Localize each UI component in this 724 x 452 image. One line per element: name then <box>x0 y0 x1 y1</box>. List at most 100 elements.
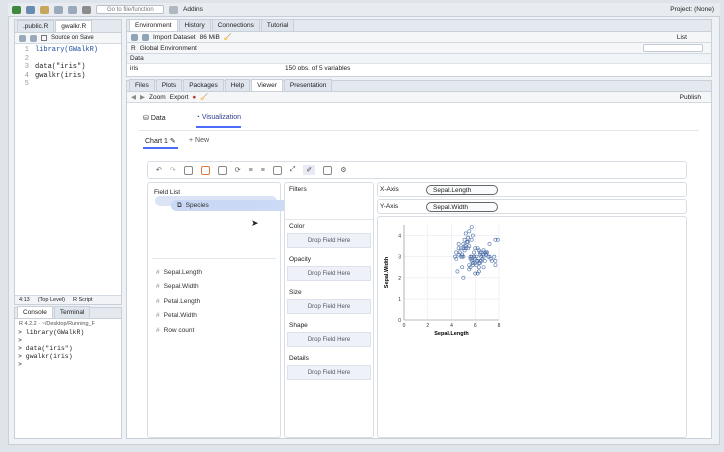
redo-icon[interactable]: ↷ <box>170 166 176 174</box>
data-point <box>456 242 461 246</box>
undo-icon[interactable]: ↶ <box>156 166 162 174</box>
save-icon[interactable] <box>54 5 63 14</box>
tab-connections[interactable]: Connections <box>211 19 260 31</box>
tab-packages[interactable]: Packages <box>183 79 224 91</box>
main-toolbar: Go to file/function Addins Project: (Non… <box>8 3 720 17</box>
code-line: 3 data("iris") <box>24 63 86 71</box>
edit-icon[interactable]: ✎ <box>170 138 176 145</box>
shape-drop-zone[interactable]: Drop Field Here <box>287 332 371 347</box>
data-point <box>467 229 472 234</box>
tab-tutorial[interactable]: Tutorial <box>260 19 295 31</box>
image-export-icon[interactable] <box>323 165 333 175</box>
goto-file-input[interactable]: Go to file/function <box>96 5 164 14</box>
tab-viewer[interactable]: Viewer <box>251 79 283 91</box>
axis-resize-icon[interactable] <box>272 165 282 175</box>
back-arrow-icon[interactable]: ◀ <box>131 93 136 101</box>
data-point <box>469 237 474 242</box>
source-on-save-checkbox[interactable] <box>41 35 47 41</box>
save-all-icon[interactable] <box>68 5 77 14</box>
source-pane: .public.R gwalkr.R Source on Save 1 libra… <box>14 19 122 305</box>
load-icon[interactable] <box>131 33 138 41</box>
project-menu[interactable]: Project: (None) <box>670 6 714 13</box>
print-icon[interactable] <box>82 5 91 14</box>
tab-plots[interactable]: Plots <box>155 79 183 91</box>
y-axis-title: Sepal.Width <box>384 256 390 288</box>
chart-tab[interactable]: Chart 1 ✎ <box>143 135 178 149</box>
scope-select[interactable]: Global Environment <box>140 45 197 52</box>
env-row-iris[interactable]: iris 150 obs. of 5 variables <box>127 64 711 73</box>
cube-icon[interactable] <box>183 165 193 175</box>
console-output[interactable]: > library(GWalkR) > > data("iris") > gwa… <box>15 329 121 369</box>
zoom-button[interactable]: Zoom <box>149 94 166 101</box>
new-file-icon[interactable] <box>12 5 21 14</box>
x-axis-label: X-Axis <box>380 186 399 193</box>
tab-console[interactable]: Console <box>17 306 53 318</box>
x-axis-field-pill[interactable]: Sepal.Length <box>426 184 498 195</box>
stop-icon[interactable]: ● <box>192 94 196 101</box>
publish-button[interactable]: Publish <box>680 94 701 101</box>
tab-history[interactable]: History <box>178 19 211 31</box>
save-workspace-icon[interactable] <box>142 33 149 41</box>
forward-arrow-icon[interactable]: ▶ <box>140 93 145 101</box>
new-chart-button[interactable]: + New <box>189 137 209 144</box>
tab-help[interactable]: Help <box>224 79 251 91</box>
expand-icon[interactable]: ⤢ <box>290 166 296 174</box>
field-item[interactable]: # Sepal.Width <box>148 280 280 295</box>
x-tick-label: 8 <box>498 323 501 329</box>
settings-icon[interactable]: ⚙ <box>340 166 346 174</box>
back-icon[interactable] <box>19 34 26 42</box>
mouse-cursor-icon: ➤ <box>251 218 259 228</box>
env-search-input[interactable] <box>643 44 703 52</box>
stack-icon[interactable] <box>217 165 227 175</box>
language-select[interactable]: R <box>131 45 136 52</box>
transpose-icon[interactable]: ⟳ <box>235 166 241 174</box>
tab-environment[interactable]: Environment <box>129 19 178 31</box>
brush-icon[interactable]: ✐ <box>303 165 316 175</box>
mark-type-icon[interactable] <box>200 165 210 175</box>
tab-files[interactable]: Files <box>129 79 155 91</box>
goto-placeholder: Go to file/function <box>107 7 154 13</box>
scatter-plot[interactable]: 0 2 4 6 8 0 1 2 3 4 Sepal.Length Sepal.Width <box>384 221 514 341</box>
opacity-drop-zone[interactable]: Drop Field Here <box>287 266 371 281</box>
cursor-position: 4:13 <box>19 297 30 303</box>
field-item[interactable]: # Petal.Length <box>148 294 280 309</box>
color-drop-zone[interactable]: Drop Field Here <box>287 233 371 248</box>
filters-drop[interactable] <box>285 196 373 220</box>
tab-gwalkr-r[interactable]: gwalkr.R <box>55 20 93 32</box>
export-button[interactable]: Export <box>170 94 189 101</box>
tab-public-r[interactable]: .public.R <box>17 20 55 32</box>
tab-terminal[interactable]: Terminal <box>53 306 91 318</box>
scope-indicator[interactable]: (Top Level) <box>38 297 65 303</box>
field-item[interactable]: # Petal.Width <box>148 309 280 324</box>
clear-broom-icon[interactable]: 🧹 <box>200 93 208 101</box>
var-desc: 150 obs. of 5 variables <box>285 65 351 72</box>
details-drop-zone[interactable]: Drop Field Here <box>287 365 371 380</box>
field-item[interactable]: # Row count <box>148 323 280 338</box>
sort-desc-icon[interactable]: ≡ <box>261 167 265 174</box>
memory-usage[interactable]: 86 MiB <box>200 34 220 41</box>
open-project-icon[interactable] <box>26 5 35 14</box>
nav-visualization[interactable]: ◔ Visualization <box>195 114 241 128</box>
open-file-icon[interactable] <box>40 5 49 14</box>
env-toolbar: Import Dataset 86 MiB 🧹 List <box>127 32 711 43</box>
grid-icon[interactable] <box>169 5 178 14</box>
broom-icon[interactable]: 🧹 <box>224 33 232 41</box>
save-doc-icon[interactable] <box>30 34 37 42</box>
y-tick-label: 4 <box>398 234 401 240</box>
dragging-field-chip[interactable]: ⧉ Species <box>171 200 293 211</box>
import-dataset-button[interactable]: Import Dataset <box>153 34 196 41</box>
size-drop-zone[interactable]: Drop Field Here <box>287 299 371 314</box>
sort-asc-icon[interactable]: ≡ <box>249 167 253 174</box>
y-axis-field-pill[interactable]: Sepal.Width <box>426 201 498 212</box>
file-type[interactable]: R Script <box>73 297 93 303</box>
data-point <box>487 242 492 246</box>
y-tick-label: 3 <box>398 255 401 261</box>
viewer-pane: Files Plots Packages Help Viewer Present… <box>126 79 712 439</box>
addins-menu[interactable]: Addins <box>183 6 203 13</box>
field-item[interactable]: # Sepal.Length <box>148 265 280 280</box>
list-view-button[interactable]: List <box>677 34 687 41</box>
field-list-panel: Field List # Sepal.Length # Sepal.Width # P… <box>147 182 281 438</box>
tab-presentation[interactable]: Presentation <box>283 79 333 91</box>
nav-data[interactable]: ⛁ Data <box>143 114 166 128</box>
code-editor[interactable]: 1 library(GWalkR) 2 3 data("iris") 4 gwalkr… <box>15 44 121 89</box>
